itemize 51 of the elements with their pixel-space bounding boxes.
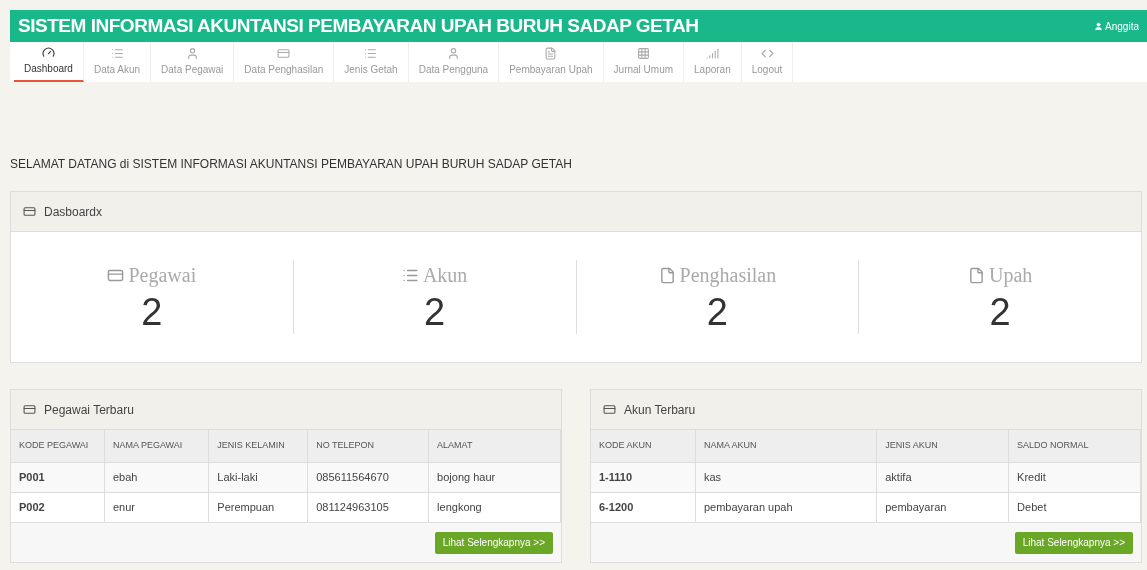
panel-title: Dasboardx bbox=[44, 203, 103, 221]
card-icon bbox=[23, 403, 36, 416]
card-icon bbox=[23, 205, 36, 218]
stat-value: 2 bbox=[989, 290, 1011, 334]
stat-label: Akun bbox=[422, 263, 468, 288]
app-title: SISTEM INFORMASI AKUNTANSI PEMBAYARAN UPAH BURUH SADAP GETAH bbox=[18, 13, 699, 38]
nav-tab[interactable]: Laporan bbox=[684, 42, 742, 82]
stat-label: Pegawai bbox=[128, 263, 197, 289]
table-cell: enur bbox=[104, 492, 209, 522]
grid-icon bbox=[636, 47, 650, 60]
code-icon bbox=[760, 47, 774, 60]
nav-tab[interactable]: Data Penghasilan bbox=[234, 42, 335, 82]
nav-tab[interactable]: Jenis Getah bbox=[334, 42, 409, 82]
card-icon bbox=[603, 403, 616, 416]
nav-tab[interactable]: Data Pegawai bbox=[151, 42, 235, 82]
table-cell: 081124963105 bbox=[307, 492, 429, 522]
card-icon bbox=[277, 47, 291, 60]
welcome-text: SELAMAT DATANG di SISTEM INFORMASI AKUNTANSI PEMBAYARAN UPAH BURUH SADAP GETAH bbox=[10, 156, 573, 173]
nav-tab[interactable]: Pembayaran Upah bbox=[499, 42, 604, 82]
list-icon bbox=[364, 47, 378, 60]
nav-tab[interactable]: Data Pengguna bbox=[408, 42, 500, 82]
table-cell: 6-1200 bbox=[591, 492, 696, 522]
file-icon bbox=[658, 266, 676, 284]
table-cell: pembayaran bbox=[876, 492, 1009, 522]
panel-title: Akun Terbaru bbox=[624, 401, 696, 419]
file-icon bbox=[967, 266, 985, 284]
user-icon bbox=[185, 47, 199, 60]
table-cell: Perempuan bbox=[208, 492, 308, 522]
table-cell: lengkong bbox=[428, 492, 561, 522]
table-cell: Debet bbox=[1008, 492, 1141, 522]
nav-tab[interactable]: Logout bbox=[741, 42, 794, 82]
stat-label: Penghasilan bbox=[679, 263, 777, 289]
file-icon bbox=[544, 47, 558, 60]
see-more-button[interactable]: Lihat Selengkapnya >> bbox=[434, 531, 553, 554]
panel-title: Pegawai Terbaru bbox=[44, 401, 134, 419]
table-cell: pembayaran upah bbox=[695, 492, 877, 522]
stat-label: Upah bbox=[988, 263, 1033, 289]
nav-tab[interactable]: Data Akun bbox=[83, 42, 152, 82]
see-more-button[interactable]: Lihat Selengkapnya >> bbox=[1014, 531, 1133, 554]
list-icon bbox=[110, 47, 124, 60]
table-cell: P002 bbox=[11, 492, 105, 522]
user-icon bbox=[446, 47, 460, 60]
user-icon bbox=[1094, 21, 1104, 31]
gauge-icon bbox=[41, 46, 55, 59]
user-link[interactable]: Anggita bbox=[1094, 18, 1139, 34]
nav-tab[interactable]: Dashboard bbox=[14, 42, 84, 82]
stat-value: 2 bbox=[706, 290, 728, 334]
nav-tab[interactable]: Jurnal Umum bbox=[603, 42, 685, 82]
stat-value: 2 bbox=[141, 290, 163, 334]
stat-value: 2 bbox=[424, 290, 446, 334]
signal-icon bbox=[705, 47, 719, 60]
